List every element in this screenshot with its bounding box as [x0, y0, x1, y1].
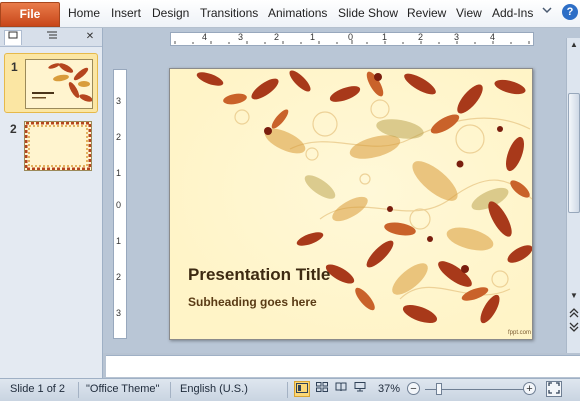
zoom-in-icon[interactable]: +	[523, 382, 536, 395]
slides-panel: ✕ 1 2	[0, 28, 103, 378]
horizontal-ruler[interactable]: 4 3 2 1 0 1 2 3 4	[170, 32, 534, 46]
slide-number: 2	[10, 122, 17, 136]
status-divider	[78, 382, 79, 398]
slide-canvas[interactable]: Presentation Title Subheading goes here …	[169, 68, 533, 340]
language-status[interactable]: English (U.S.)	[180, 383, 248, 395]
scroll-down-icon[interactable]: ▼	[568, 290, 580, 302]
fit-slide-icon[interactable]	[546, 381, 562, 397]
help-icon[interactable]: ?	[562, 4, 578, 20]
tab-add-ins[interactable]: Add-Ins	[492, 6, 533, 20]
ruler-label: 3	[116, 96, 122, 106]
status-divider	[170, 382, 171, 398]
normal-view-icon[interactable]	[294, 381, 310, 397]
ruler-label: 2	[274, 32, 280, 42]
status-bar: Slide 1 of 2 "Office Theme" English (U.S…	[0, 378, 580, 401]
thumbnail-image	[25, 59, 93, 109]
theme-status[interactable]: "Office Theme"	[86, 383, 159, 395]
zoom-slider-thumb[interactable]	[436, 383, 442, 395]
ruler-label: 2	[116, 272, 122, 282]
ruler-label: 0	[116, 200, 122, 210]
notes-pane[interactable]	[106, 355, 580, 377]
ruler-label: 2	[116, 132, 122, 142]
zoom-out-icon[interactable]: −	[407, 382, 420, 395]
ruler-label: 1	[310, 32, 316, 42]
ruler-label: 1	[382, 32, 388, 42]
ruler-label: 0	[348, 32, 354, 42]
tab-design[interactable]: Design	[152, 6, 189, 20]
scrollbar-thumb[interactable]	[568, 93, 580, 213]
slide-title[interactable]: Presentation Title	[188, 265, 330, 285]
slide-sorter-view-icon[interactable]	[314, 381, 330, 397]
close-panel-icon[interactable]: ✕	[82, 30, 98, 44]
panel-tab-bar: ✕	[0, 28, 102, 47]
scroll-up-icon[interactable]: ▲	[568, 39, 580, 51]
slide-subtitle[interactable]: Subheading goes here	[188, 295, 317, 309]
slide-number: 1	[11, 60, 18, 74]
slides-icon[interactable]	[4, 30, 22, 45]
vertical-ruler[interactable]: 3 2 1 0 1 2 3	[113, 69, 127, 339]
tab-insert[interactable]: Insert	[111, 6, 141, 20]
zoom-level[interactable]: 37%	[378, 383, 400, 395]
slide-count-status: Slide 1 of 2	[10, 383, 66, 395]
ruler-label: 3	[238, 32, 244, 42]
ruler-label: 4	[202, 32, 208, 42]
file-tab[interactable]: File	[0, 2, 60, 27]
slide-show-view-icon[interactable]	[352, 381, 368, 397]
tab-view[interactable]: View	[456, 6, 482, 20]
next-slide-icon[interactable]	[568, 322, 580, 334]
ruler-label: 1	[116, 168, 122, 178]
tab-transitions[interactable]: Transitions	[200, 6, 258, 20]
slide-thumbnail-1[interactable]: 1	[4, 53, 98, 113]
minimize-ribbon-icon[interactable]	[541, 4, 553, 19]
ribbon-tab-bar: File Home Insert Design Transitions Anim…	[0, 0, 580, 28]
ruler-label: 1	[116, 236, 122, 246]
ruler-label: 2	[418, 32, 424, 42]
reading-view-icon[interactable]	[333, 381, 349, 397]
thumbnail-image	[24, 121, 92, 171]
previous-slide-icon[interactable]	[568, 308, 580, 320]
vertical-scrollbar[interactable]: ▲ ▼	[566, 38, 580, 353]
tab-animations[interactable]: Animations	[268, 6, 327, 20]
ruler-label: 3	[116, 308, 122, 318]
slide-credit: fppt.com	[508, 330, 532, 336]
ruler-label: 3	[454, 32, 460, 42]
ruler-label: 4	[490, 32, 496, 42]
tab-review[interactable]: Review	[407, 6, 446, 20]
tab-home[interactable]: Home	[68, 6, 100, 20]
tab-slide-show[interactable]: Slide Show	[338, 6, 398, 20]
status-divider	[287, 382, 288, 398]
slide-thumbnail-2[interactable]: 2	[4, 116, 96, 174]
outline-icon[interactable]	[44, 30, 60, 44]
